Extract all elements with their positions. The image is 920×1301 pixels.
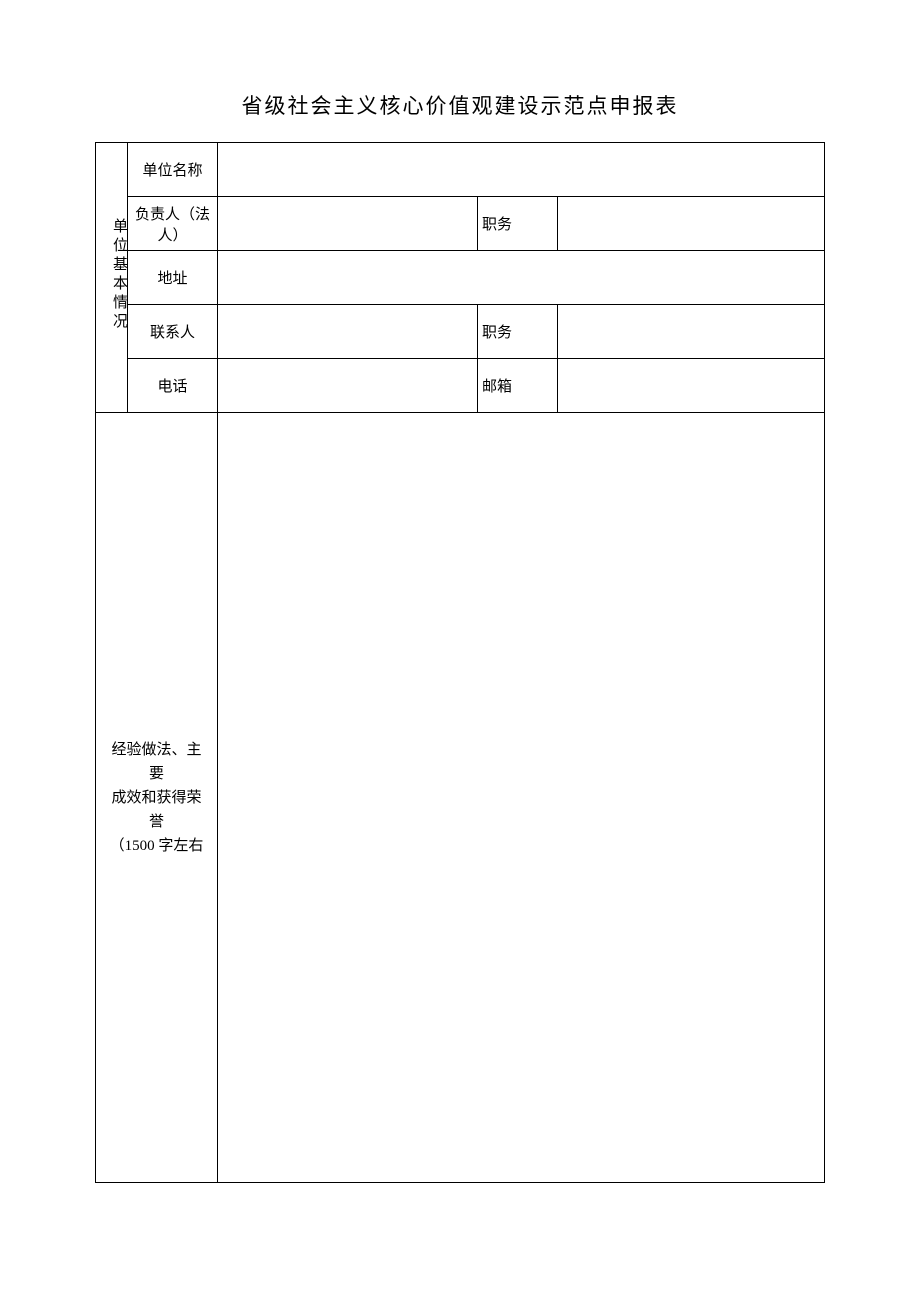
label-experience: 经验做法、主要 成效和获得荣誉 （1500 字左右 [96,413,218,1183]
value-experience[interactable] [218,413,825,1183]
label-principal-position: 职务 [478,197,558,251]
table-row: 电话 邮箱 [96,359,825,413]
table-row: 地址 [96,251,825,305]
label-contact: 联系人 [128,305,218,359]
value-phone[interactable] [218,359,478,413]
value-email[interactable] [558,359,825,413]
value-contact-position[interactable] [558,305,825,359]
table-row: 经验做法、主要 成效和获得荣誉 （1500 字左右 [96,413,825,1183]
label-principal: 负责人（法人） [128,197,218,251]
application-form-table: 单位基本情况 单位名称 负责人（法人） 职务 地址 联系人 职务 电话 邮箱 [95,142,825,1183]
value-principal-position[interactable] [558,197,825,251]
page-title: 省级社会主义核心价值观建设示范点申报表 [95,90,825,120]
value-principal[interactable] [218,197,478,251]
label-unit-name: 单位名称 [128,143,218,197]
label-contact-position: 职务 [478,305,558,359]
table-row: 负责人（法人） 职务 [96,197,825,251]
value-contact[interactable] [218,305,478,359]
table-row: 联系人 职务 [96,305,825,359]
value-address[interactable] [218,251,825,305]
value-unit-name[interactable] [218,143,825,197]
label-email: 邮箱 [478,359,558,413]
label-address: 地址 [128,251,218,305]
section-header-basic-info: 单位基本情况 [96,143,128,413]
table-row: 单位基本情况 单位名称 [96,143,825,197]
label-phone: 电话 [128,359,218,413]
